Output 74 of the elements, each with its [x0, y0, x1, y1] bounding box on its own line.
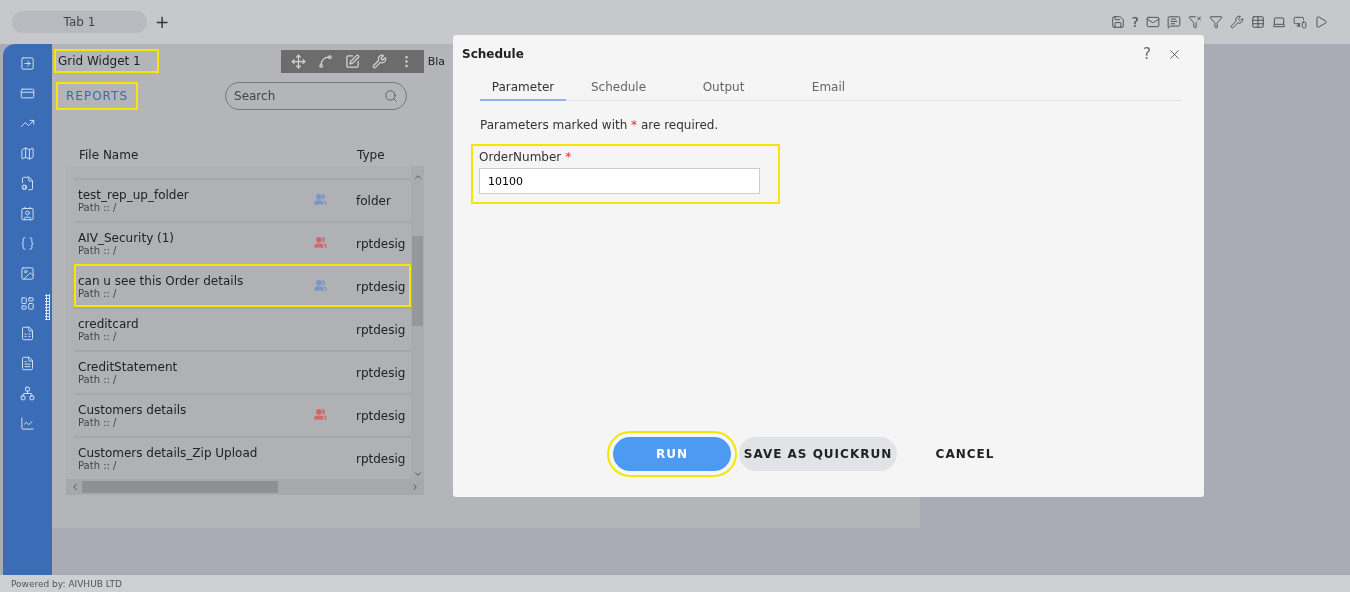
- widget-title: Grid Widget 1: [56, 51, 157, 71]
- wrench-icon[interactable]: [1230, 15, 1244, 29]
- help-icon[interactable]: ?: [1143, 45, 1151, 63]
- file-path: Path :: /: [78, 417, 118, 428]
- braces-icon[interactable]: [20, 236, 35, 251]
- save-icon[interactable]: [1110, 15, 1125, 29]
- column-header: File Name: [79, 148, 140, 162]
- file-name: Customers details: [78, 403, 188, 417]
- card-icon[interactable]: [20, 86, 35, 101]
- comment-icon[interactable]: [1167, 15, 1181, 29]
- laptop-icon[interactable]: [1272, 15, 1286, 29]
- dialog-tab[interactable]: Schedule: [566, 75, 671, 101]
- file-name: can u see this Order details: [78, 274, 245, 288]
- file-name: creditcard: [78, 317, 140, 331]
- search-icon[interactable]: [384, 89, 398, 103]
- parameter-label: OrderNumber *: [479, 150, 573, 164]
- save-quickrun-button[interactable]: SAVE AS QUICKRUN: [739, 437, 897, 471]
- line-chart-icon[interactable]: [20, 416, 35, 431]
- file-path: Path :: /: [78, 331, 118, 342]
- vertical-scrollbar[interactable]: [411, 166, 424, 479]
- scrollbar-thumb[interactable]: [82, 481, 278, 493]
- table-row[interactable]: can u see this Order details Path :: / rptdesig: [74, 264, 411, 307]
- file-type: rptdesig: [356, 236, 407, 251]
- tab[interactable]: Tab 1: [12, 11, 147, 33]
- table-icon[interactable]: [1251, 15, 1265, 29]
- scrollbar-thumb[interactable]: [412, 235, 423, 326]
- file-path: Path :: /: [78, 374, 118, 385]
- file-gear-icon[interactable]: [20, 176, 35, 191]
- file-name: test_rep_up_folder: [78, 188, 190, 202]
- curve-icon[interactable]: [317, 53, 333, 69]
- document-icon[interactable]: [20, 356, 35, 371]
- add-tab-button[interactable]: +: [155, 12, 170, 32]
- required-note: Parameters marked with * are required.: [480, 118, 720, 132]
- search-field[interactable]: Search: [225, 82, 407, 110]
- file-type: rptdesig: [356, 322, 407, 337]
- section-title: REPORTS: [58, 84, 136, 108]
- file-type: rptdesig: [356, 451, 407, 466]
- file-type: folder: [356, 193, 392, 208]
- image-icon[interactable]: [20, 266, 35, 281]
- filter-icon[interactable]: [1209, 15, 1223, 29]
- footer-text: Powered by: AIVHUB LTD: [0, 575, 1350, 592]
- arrow-in-square-icon[interactable]: [20, 56, 35, 71]
- dialog-title: Schedule: [462, 47, 524, 61]
- resize-handle-icon[interactable]: [45, 294, 50, 320]
- hierarchy-icon[interactable]: [20, 386, 35, 401]
- file-type: rptdesig: [356, 408, 407, 423]
- horizontal-scrollbar[interactable]: [66, 479, 424, 495]
- widget-label: Bla: [427, 54, 446, 68]
- file-path: Path :: /: [78, 288, 118, 299]
- contact-card-icon[interactable]: [20, 206, 35, 221]
- column-header: Type: [357, 148, 386, 162]
- edit-icon[interactable]: [344, 53, 360, 69]
- move-icon[interactable]: [290, 53, 306, 69]
- spreadsheet-icon[interactable]: [20, 326, 35, 341]
- dialog-tab[interactable]: Email: [776, 75, 881, 101]
- dialog-tab[interactable]: Parameter: [480, 75, 566, 101]
- cancel-button[interactable]: CANCEL: [905, 437, 1025, 471]
- map-icon[interactable]: [20, 146, 35, 161]
- clear-filter-icon[interactable]: [1188, 15, 1202, 29]
- file-type: rptdesig: [356, 365, 407, 380]
- order-number-input[interactable]: 10100: [479, 168, 760, 194]
- file-name: CreditStatement: [78, 360, 179, 374]
- dialog-tab[interactable]: Output: [671, 75, 776, 101]
- file-path: Path :: /: [78, 202, 118, 213]
- file-name: AIV_Security (1): [78, 231, 176, 245]
- play-icon[interactable]: [1314, 15, 1328, 29]
- mail-icon[interactable]: [1146, 15, 1160, 29]
- file-path: Path :: /: [78, 245, 118, 256]
- dashboard-icon[interactable]: [20, 296, 35, 311]
- devices-icon[interactable]: [1293, 15, 1307, 29]
- file-name: Customers details_Zip Upload: [78, 446, 259, 460]
- help-icon[interactable]: ?: [1131, 15, 1139, 29]
- file-type: rptdesig: [356, 279, 407, 294]
- file-path: Path :: /: [78, 460, 118, 471]
